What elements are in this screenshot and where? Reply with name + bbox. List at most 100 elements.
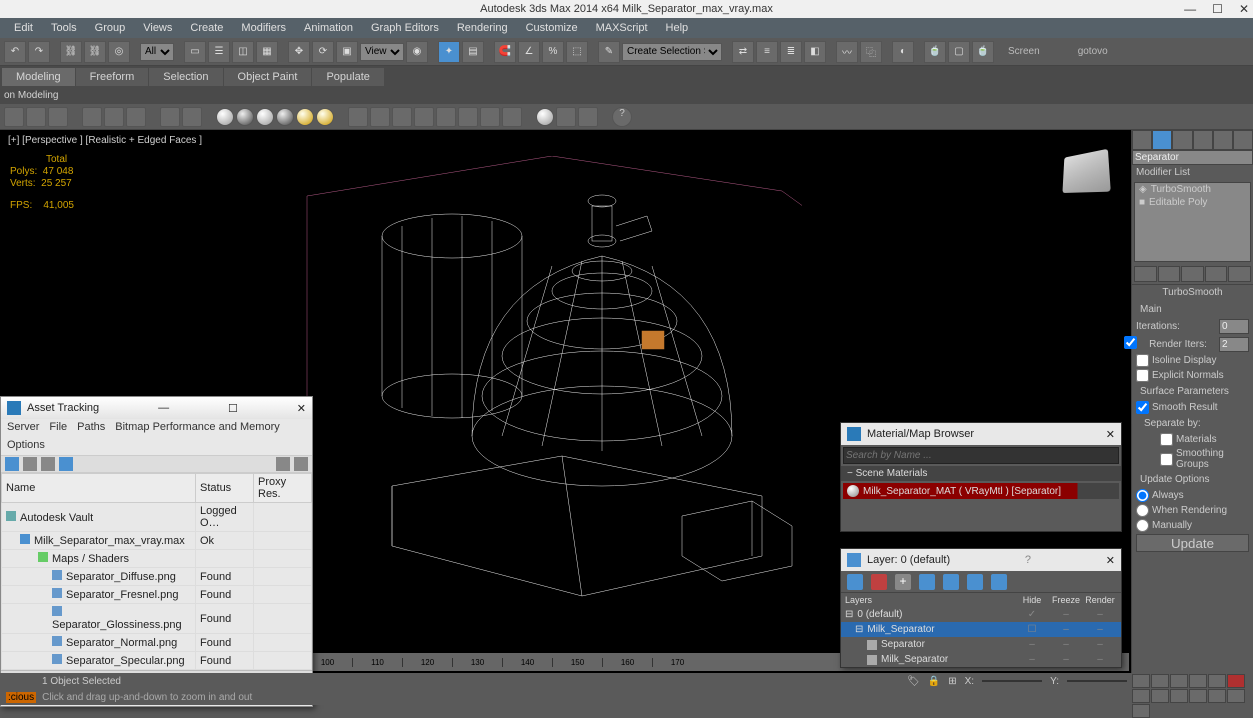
nav-maximize-button[interactable] [1132,704,1150,718]
geom-button-2[interactable] [182,107,202,127]
pivot-button[interactable]: ◉ [406,41,428,63]
iterations-field[interactable] [1219,319,1249,334]
material-item[interactable]: Milk_Separator_MAT ( VRayMtl ) [Separato… [843,483,1119,499]
update-button[interactable]: Update [1136,534,1249,552]
layers-button[interactable]: ≣ [780,41,802,63]
asset-row[interactable]: Separator_Normal.pngFound [2,634,312,652]
asset-tb-5[interactable] [276,457,290,471]
poly-button-3[interactable] [48,107,68,127]
lock-button[interactable]: 🔒 [928,676,940,687]
menu-group[interactable]: Group [87,20,134,36]
layer-add-button[interactable]: + [895,574,911,590]
modifier-stack[interactable]: ◈ TurboSmooth ■ Editable Poly [1134,182,1251,262]
layer-row[interactable]: ⊟Milk_Separator☐–– [841,622,1121,637]
render-button[interactable]: 🍵 [972,41,994,63]
sphere-icon-6[interactable] [316,108,334,126]
window-crossing-button[interactable]: ▦ [256,41,278,63]
move-button[interactable]: ✥ [288,41,310,63]
next-frame-button[interactable] [1189,674,1207,688]
unlink-button[interactable]: ⛓ [84,41,106,63]
asset-close[interactable]: ✕ [297,402,306,415]
asset-row[interactable]: Separator_Fresnel.pngFound [2,586,312,604]
layer-select-button[interactable] [919,574,935,590]
menu-edit[interactable]: Edit [6,20,41,36]
asset-col-status[interactable]: Status [196,474,254,503]
sep-smoothing-check[interactable] [1160,453,1173,466]
sphere-icon-1[interactable] [216,108,234,126]
link-button[interactable]: ⛓ [60,41,82,63]
layer-row[interactable]: Milk_Separator––– [841,652,1121,667]
menu-tools[interactable]: Tools [43,20,85,36]
menu-modifiers[interactable]: Modifiers [233,20,294,36]
edit-button[interactable] [82,107,102,127]
edit-selection-button[interactable]: ✎ [598,41,620,63]
bind-button[interactable]: ◎ [108,41,130,63]
time-config-button[interactable] [1132,689,1150,703]
prev-frame-button[interactable] [1151,674,1169,688]
render-iters-field[interactable] [1219,337,1249,352]
utilities-tab[interactable] [1233,130,1253,150]
named-selection[interactable]: Create Selection S [622,43,722,61]
minimize-button[interactable]: — [1184,2,1196,16]
show-result-button[interactable] [1158,266,1181,282]
nav-fov-button[interactable] [1189,689,1207,703]
ribbon-modeling[interactable]: Modeling [2,68,75,86]
graphite-button[interactable]: ◧ [804,41,826,63]
asset-row[interactable]: Autodesk VaultLogged O… [2,503,312,532]
pin-stack-button[interactable] [1134,266,1157,282]
rollout-turbosmooth[interactable]: TurboSmooth [1132,285,1253,300]
lock-icon[interactable]: 🏷 [907,676,920,687]
asset-menu-file[interactable]: File [49,421,67,435]
isoline-check[interactable] [1136,354,1149,367]
curve-editor-button[interactable]: 〰 [836,41,858,63]
menu-views[interactable]: Views [135,20,180,36]
selection-filter[interactable]: All [140,43,174,61]
misc-button-5[interactable] [436,107,456,127]
ref-coord-select[interactable]: View [360,43,404,61]
smooth-result-check[interactable] [1136,401,1149,414]
modify-tab[interactable] [1152,130,1172,150]
menu-rendering[interactable]: Rendering [449,20,516,36]
nav-zoom-button[interactable] [1151,689,1169,703]
ribbon-selection[interactable]: Selection [149,68,222,86]
layer-col-hide[interactable]: Hide [1015,595,1049,605]
edit-button-3[interactable] [126,107,146,127]
misc-button-1[interactable] [348,107,368,127]
misc-button-6[interactable] [458,107,478,127]
menu-customize[interactable]: Customize [518,20,586,36]
asset-maximize[interactable]: ☐ [228,402,238,415]
layer-col-render[interactable]: Render [1083,595,1117,605]
layer-col-freeze[interactable]: Freeze [1049,595,1083,605]
layer-close[interactable]: ✕ [1106,554,1115,567]
asset-row[interactable]: Maps / Shaders [2,550,312,568]
nav-orbit-button[interactable] [1227,689,1245,703]
layer-hide-button[interactable] [967,574,983,590]
close-button[interactable]: ✕ [1239,2,1249,16]
angle-snap-button[interactable]: ∠ [518,41,540,63]
menu-maxscript[interactable]: MAXScript [588,20,656,36]
goto-start-button[interactable] [1132,674,1150,688]
display-tab[interactable] [1213,130,1233,150]
asset-tb-4[interactable] [59,457,73,471]
schematic-button[interactable]: ⿻ [860,41,882,63]
asset-tb-6[interactable] [294,457,308,471]
coord-icon[interactable]: ⊞ [948,676,956,687]
asset-tb-1[interactable] [5,457,19,471]
manipulate-button[interactable]: ✦ [438,41,460,63]
asset-menu-options[interactable]: Options [7,439,45,453]
select-button[interactable]: ▭ [184,41,206,63]
update-always-radio[interactable] [1136,489,1149,502]
key-mode-button[interactable] [1227,674,1245,688]
layer-row[interactable]: Separator––– [841,637,1121,652]
motion-tab[interactable] [1193,130,1213,150]
hierarchy-tab[interactable] [1172,130,1192,150]
scale-button[interactable]: ▣ [336,41,358,63]
keyboard-button[interactable]: ▤ [462,41,484,63]
sphere-icon-5[interactable] [296,108,314,126]
asset-col-name[interactable]: Name [2,474,196,503]
material-search-input[interactable] [843,447,1119,464]
asset-tb-2[interactable] [23,457,37,471]
misc-button-10[interactable] [578,107,598,127]
asset-tb-3[interactable] [41,457,55,471]
ribbon-freeform[interactable]: Freeform [76,68,149,86]
